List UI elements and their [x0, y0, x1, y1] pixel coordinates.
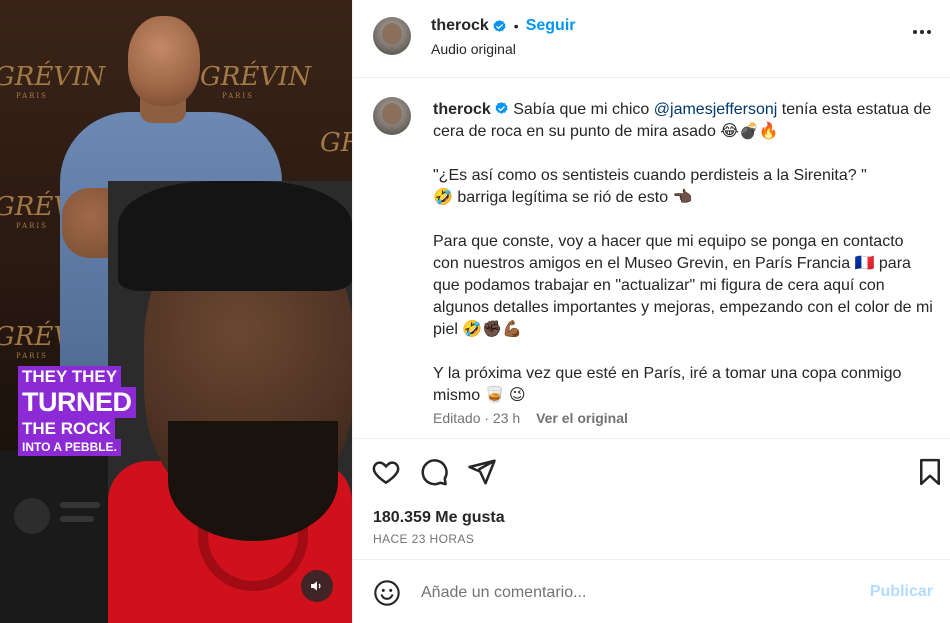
caption-paragraph: Y la próxima vez que esté en París, iré … — [433, 365, 902, 404]
verified-badge-icon — [495, 101, 508, 114]
brand-logo: GRÉVIN — [320, 128, 352, 158]
sticker-line: INTO A PEBBLE. — [18, 439, 121, 456]
publish-button[interactable]: Publicar — [870, 583, 933, 601]
sticker-line: THEY THEY — [18, 366, 122, 387]
sticker-line: TURNED — [18, 387, 136, 418]
post-media[interactable]: GRÉVIN PARIS GRÉVIN PARIS GRÉVIN PARIS GRÉV… — [0, 0, 352, 623]
brand-sub-text: PARIS — [222, 92, 254, 100]
post-time: HACE 23 HORAS — [373, 532, 475, 546]
person-beard — [168, 421, 338, 541]
post-header: therock • Seguir Audio original — [353, 0, 950, 78]
audio-label[interactable]: Audio original — [431, 41, 516, 57]
caption-meta: Editado · 23 h Ver el original — [433, 410, 628, 426]
caption-paragraph: Para que conste, voy a hacer que mi equi… — [433, 233, 933, 338]
person-hair — [118, 181, 352, 291]
caption-sticker: THEY THEY TURNED THE ROCK INTO A PEBBLE. — [18, 366, 166, 456]
sticker-line: THE ROCK — [18, 418, 115, 439]
separator-dot: • — [513, 18, 519, 34]
username-link[interactable]: therock — [431, 17, 489, 35]
header-user-row: therock • Seguir — [431, 17, 576, 35]
likes-count[interactable]: 180.359 Me gusta — [373, 509, 505, 527]
mention-link[interactable]: @jamesjeffersonj — [654, 101, 778, 118]
caption-text-segment: 🤣 barriga legítima se rió de esto 👈🏿 — [433, 189, 693, 206]
edited-timestamp: Editado · 23 h — [433, 410, 521, 426]
brand-text: GRÉVIN — [200, 62, 312, 92]
caption-paragraph: therock Sabía que mi chico @jamesjeffers… — [433, 99, 933, 143]
comment-input[interactable] — [421, 579, 821, 607]
comment-bar: Publicar — [353, 561, 950, 623]
see-original-link[interactable]: Ver el original — [536, 410, 628, 426]
emoji-icon[interactable] — [373, 579, 401, 607]
post-panel: therock • Seguir Audio original therock … — [352, 0, 950, 623]
caption-username[interactable]: therock — [433, 101, 491, 118]
avatar[interactable] — [373, 97, 411, 135]
caption-text-segment: "¿Es así como os sentisteis cuando perdi… — [433, 167, 867, 184]
caption-text: therock Sabía que mi chico @jamesjeffers… — [433, 99, 933, 429]
like-heart-icon[interactable] — [371, 457, 401, 487]
action-bar: 180.359 Me gusta HACE 23 HORAS — [353, 438, 950, 560]
more-options-icon[interactable] — [913, 30, 931, 34]
blurred-comment — [14, 496, 104, 536]
avatar[interactable] — [373, 17, 411, 55]
brand-text: GRÉVIN — [0, 62, 106, 92]
follow-button[interactable]: Seguir — [526, 17, 576, 35]
comment-icon[interactable] — [419, 457, 449, 487]
brand-logo: GRÉVIN PARIS — [200, 62, 311, 100]
audio-toggle-button[interactable] — [301, 570, 333, 602]
wax-figure-head — [128, 16, 200, 106]
share-send-icon[interactable] — [467, 457, 497, 487]
brand-logo: GRÉVIN PARIS — [0, 62, 105, 100]
caption-paragraph: "¿Es así como os sentisteis cuando perdi… — [433, 165, 933, 209]
brand-text: GRÉVIN — [320, 128, 352, 158]
caption-text-segment: Sabía que mi chico — [513, 101, 654, 118]
save-bookmark-icon[interactable] — [915, 457, 945, 487]
brand-sub-text: PARIS — [16, 92, 48, 100]
speaker-icon — [311, 581, 321, 591]
caption-area: therock Sabía que mi chico @jamesjeffers… — [353, 79, 950, 439]
verified-badge-icon — [493, 19, 506, 32]
